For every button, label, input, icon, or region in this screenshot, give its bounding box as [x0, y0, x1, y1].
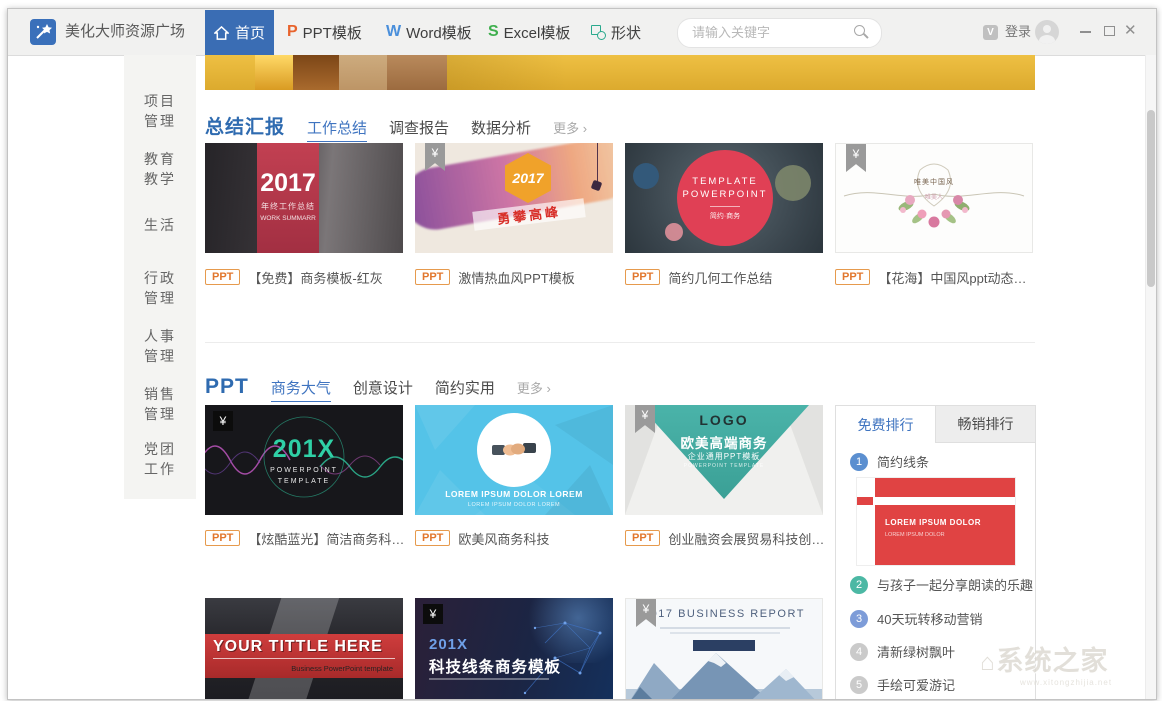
login-button[interactable]: 登录 — [1005, 9, 1031, 55]
template-title[interactable]: 【花海】中国风ppt动态模板 — [878, 268, 1036, 287]
search-box — [677, 18, 882, 48]
tab-work-summary[interactable]: 工作总结 — [307, 117, 368, 142]
scrollbar-thumb[interactable] — [1147, 110, 1155, 287]
ranking-item[interactable]: 3 40天玩转移动营销 — [850, 609, 982, 628]
sidebar-item-life[interactable]: 生活 — [124, 215, 196, 235]
word-icon: W — [386, 23, 402, 40]
template-title[interactable]: 简约几何工作总结 — [668, 268, 772, 287]
mountains-graphic — [626, 653, 822, 699]
tab-business[interactable]: 商务大气 — [270, 377, 331, 402]
nav-tab-shapes[interactable]: 形状 — [591, 9, 641, 55]
ranking-panel: 免费排行 畅销排行 1 简约线条 LOREM IPSUM DOLOR LOREM… — [835, 405, 1036, 699]
template-title[interactable]: 创业融资会展贸易科技创新... — [668, 529, 826, 548]
sidebar-item-sales[interactable]: 销售 管理 — [124, 384, 196, 424]
rank-number: 5 — [850, 675, 868, 694]
ranking-item[interactable]: 1 简约线条 — [850, 452, 929, 471]
rank-number: 1 — [850, 452, 868, 471]
rank-number: 2 — [850, 575, 868, 594]
nav-tab-ppt[interactable]: P PPT模板 — [287, 9, 362, 55]
section-summary-header: 总结汇报 工作总结 调查报告 数据分析 更多 › — [205, 112, 587, 142]
template-title[interactable]: 【炫酷蓝光】简洁商务科技... — [248, 529, 406, 548]
template-title[interactable]: 激情热血风PPT模板 — [458, 268, 574, 287]
nav-ppt-label: PPT模板 — [302, 24, 362, 42]
window-close-button[interactable]: ✕ — [1124, 21, 1137, 41]
avatar[interactable] — [1035, 20, 1059, 44]
window-maximize-button[interactable] — [1104, 26, 1115, 36]
sidebar-item-party[interactable]: 党团 工作 — [124, 439, 196, 479]
template-card-thumb[interactable]: 2017 勇攀高峰 ¥ — [415, 143, 613, 253]
rank-number: 4 — [850, 642, 868, 661]
template-card-thumb[interactable]: LOREM IPSUM DOLOR LOREM LOREM IPSUM DOLO… — [415, 405, 613, 515]
ranking-item[interactable]: 5 手绘可爱游记 — [850, 675, 955, 694]
ranking-item[interactable]: 4 清新绿树飘叶 — [850, 642, 955, 661]
nav-tab-home[interactable]: 首页 — [205, 10, 274, 55]
template-card-thumb[interactable]: 2017 BUSINESS REPORT ¥ — [625, 598, 823, 699]
ppt-type-badge: PPT — [625, 530, 661, 546]
promo-banner[interactable] — [205, 55, 1035, 90]
app-window: 美化大师资源广场 首页 P PPT模板 W Word模板 S Excel模板 形… — [7, 8, 1157, 700]
search-input[interactable] — [678, 19, 852, 45]
excel-icon: S — [488, 23, 499, 40]
template-card-thumb[interactable]: 201X 科技线条商务模板 ¥ — [415, 598, 613, 699]
ppt-type-badge: PPT — [835, 269, 871, 285]
template-card-thumb[interactable]: LOGO 欧美高端商务 企业通用PPT模板 POWERPOINT TEMPLAT… — [625, 405, 823, 515]
ppt-type-badge: PPT — [415, 269, 451, 285]
shape-icon — [591, 24, 606, 40]
vip-badge-icon[interactable]: V — [983, 25, 998, 40]
home-icon — [213, 25, 229, 40]
category-sidebar: 项目 管理 教育 教学 生活 行政 管理 人事 管理 销售 管理 党团 工作 — [124, 55, 196, 499]
template-card-thumb[interactable]: 2017 年终工作总结 WORK SUMMARR — [205, 143, 403, 253]
app-title: 美化大师资源广场 — [65, 23, 186, 40]
ppt-type-badge: PPT — [415, 530, 451, 546]
sidebar-item-education[interactable]: 教育 教学 — [124, 149, 196, 189]
sidebar-item-admin[interactable]: 行政 管理 — [124, 268, 196, 308]
ppt-type-badge: PPT — [625, 269, 661, 285]
ppt-type-badge: PPT — [205, 269, 241, 285]
tab-bestseller-ranking[interactable]: 畅销排行 — [935, 406, 1035, 443]
tab-creative[interactable]: 创意设计 — [353, 377, 413, 401]
watermark-url: www.xitongzhijia.net — [1020, 678, 1113, 687]
template-card-thumb[interactable]: 唯美中国风 唯美人 ¥ — [835, 143, 1033, 253]
template-card-thumb[interactable]: 201X POWERPOINT TEMPLATE ¥ — [205, 405, 403, 515]
section-ppt-header: PPT 商务大气 创意设计 简约实用 更多 › — [205, 375, 551, 403]
search-icon[interactable] — [854, 25, 869, 40]
tab-free-ranking[interactable]: 免费排行 — [836, 406, 935, 443]
template-title[interactable]: 【免费】商务模板-红灰 — [248, 268, 382, 287]
app-logo-icon — [30, 19, 56, 45]
ppt-type-badge: PPT — [205, 530, 241, 546]
nav-excel-label: Excel模板 — [503, 24, 571, 42]
tab-survey-report[interactable]: 调查报告 — [389, 117, 449, 141]
nav-tab-word[interactable]: W Word模板 — [386, 9, 472, 55]
section-title: 总结汇报 — [205, 117, 286, 138]
sidebar-item-hr[interactable]: 人事 管理 — [124, 326, 196, 366]
template-title[interactable]: 欧美风商务科技 — [458, 529, 549, 548]
sidebar-item-project[interactable]: 项目 管理 — [124, 91, 196, 131]
nav-home-label: 首页 — [234, 25, 265, 42]
ranking-item[interactable]: 2 与孩子一起分享朗读的乐趣 — [850, 575, 1033, 594]
section-title: PPT — [205, 375, 249, 398]
nav-shapes-label: 形状 — [611, 24, 642, 42]
paid-yen-badge: ¥ — [213, 411, 233, 431]
titlebar: 美化大师资源广场 首页 P PPT模板 W Word模板 S Excel模板 形… — [8, 9, 1156, 56]
more-link[interactable]: 更多 › — [553, 118, 587, 137]
template-card-thumb[interactable]: YOUR TITTLE HERE Business PowerPoint tem… — [205, 598, 403, 699]
chevron-right-icon: › — [546, 381, 551, 396]
ranking-thumb[interactable]: LOREM IPSUM DOLOR LOREM IPSUM DOLOR — [856, 477, 1016, 566]
window-minimize-button[interactable] — [1080, 31, 1091, 33]
section-divider — [205, 342, 1035, 343]
handshake-icon — [492, 443, 536, 456]
chevron-right-icon: › — [582, 121, 588, 136]
nav-word-label: Word模板 — [406, 24, 472, 42]
more-link[interactable]: 更多 › — [517, 378, 551, 397]
tab-data-analysis[interactable]: 数据分析 — [471, 117, 531, 141]
template-card-thumb[interactable]: TEMPLATE POWERPOINT 简约·商务 — [625, 143, 823, 253]
paid-yen-badge: ¥ — [636, 599, 656, 627]
ppt-icon: P — [287, 23, 298, 40]
scrollbar-track[interactable] — [1145, 55, 1156, 699]
rank-number: 3 — [850, 609, 868, 628]
nav-tab-excel[interactable]: S Excel模板 — [488, 9, 570, 55]
tab-simple[interactable]: 简约实用 — [435, 377, 495, 401]
paid-yen-badge: ¥ — [423, 604, 443, 624]
